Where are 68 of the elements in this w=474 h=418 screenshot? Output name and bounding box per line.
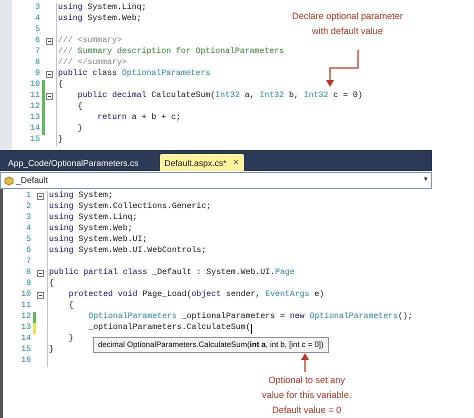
annotation-text: Declare optional parameter with default value xyxy=(292,10,403,38)
line-number: 11 xyxy=(29,90,40,102)
code-line: protected void Page_Load(object sender, EventArgs e) xyxy=(68,289,324,301)
line-number: 5 xyxy=(25,234,31,246)
line-number: 8 xyxy=(34,57,40,70)
line-number: 6 xyxy=(34,35,40,48)
line-number: 14 xyxy=(29,123,40,136)
collapse-icon[interactable] xyxy=(46,93,53,100)
code-line: } xyxy=(68,333,74,346)
code-line: } xyxy=(78,123,83,136)
code-line: _optionalParameters.CalculateSum( xyxy=(88,322,250,334)
code-line: return a + b + c; xyxy=(97,112,181,124)
line-number: 3 xyxy=(25,212,31,224)
line-number: 13 xyxy=(29,112,40,124)
close-icon[interactable]: ✕ xyxy=(232,157,240,169)
line-number: 15 xyxy=(20,344,31,356)
code-line: using System.Linq; xyxy=(49,212,138,224)
code-line: OptionalParameters _optionalParameters = new OptionalParameters(); xyxy=(88,311,413,323)
class-icon xyxy=(4,176,14,186)
editor-tab[interactable]: App_Code/OptionalParameters.cs xyxy=(4,154,142,171)
line-number: 1 xyxy=(25,190,31,202)
line-number: 4 xyxy=(25,223,31,236)
code-line: /// Summary description for OptionalParameters xyxy=(58,46,284,58)
line-number: 15 xyxy=(29,134,40,146)
line-number: 5 xyxy=(34,24,40,36)
line-number: 10 xyxy=(20,289,31,302)
editor-tab[interactable]: Default.aspx.cs* ✕ xyxy=(160,154,244,171)
code-line: using System.Linq; xyxy=(58,2,146,14)
line-number: 8 xyxy=(25,267,31,280)
code-line: public partial class _Default : System.Web.UI.Page xyxy=(49,267,295,279)
line-number: 14 xyxy=(20,333,31,346)
annotation-arrow xyxy=(300,353,310,372)
code-line: public decimal CalculateSum(Int32 a, Int32 b, Int32 c = 0) xyxy=(78,90,363,102)
collapse-icon[interactable] xyxy=(46,38,53,45)
line-number: 12 xyxy=(29,101,40,114)
code-line: { xyxy=(68,300,74,312)
collapse-icon[interactable] xyxy=(46,71,53,78)
line-number: 6 xyxy=(25,245,31,258)
code-line: /// <summary> xyxy=(58,35,122,47)
line-number: 12 xyxy=(20,311,31,324)
collapse-icon[interactable] xyxy=(37,292,44,299)
collapse-icon[interactable] xyxy=(37,270,44,277)
code-line: using System.Web; xyxy=(58,13,142,26)
line-number: 7 xyxy=(25,256,31,268)
code-line: using System.Web.UI.WebControls; xyxy=(49,245,206,258)
code-line: } xyxy=(49,344,54,356)
line-number: 4 xyxy=(34,13,40,26)
line-number: 9 xyxy=(34,68,40,80)
line-number: 3 xyxy=(34,2,40,14)
code-line: public class OptionalParameters xyxy=(58,68,210,80)
code-line: using System.Collections.Generic; xyxy=(49,201,212,213)
annotation-text: Optional to set any value for this variable. Default value = 0 xyxy=(262,374,352,417)
line-number: 10 xyxy=(29,79,40,92)
code-line: } xyxy=(58,134,63,146)
code-line: { xyxy=(49,278,54,290)
collapse-icon[interactable] xyxy=(37,193,44,200)
code-line: { xyxy=(58,79,63,92)
code-line: using System; xyxy=(49,190,113,202)
code-line: using System.Web; xyxy=(49,223,133,235)
line-number: 7 xyxy=(34,46,40,58)
line-number: 13 xyxy=(20,322,31,334)
code-line: { xyxy=(78,101,83,114)
line-number: 9 xyxy=(25,278,31,290)
line-number: 2 xyxy=(25,201,31,214)
line-number: 16 xyxy=(20,355,31,368)
code-line: using System.Web.UI; xyxy=(49,234,148,246)
line-number: 11 xyxy=(20,300,31,312)
code-line: /// </summary> xyxy=(58,57,127,69)
